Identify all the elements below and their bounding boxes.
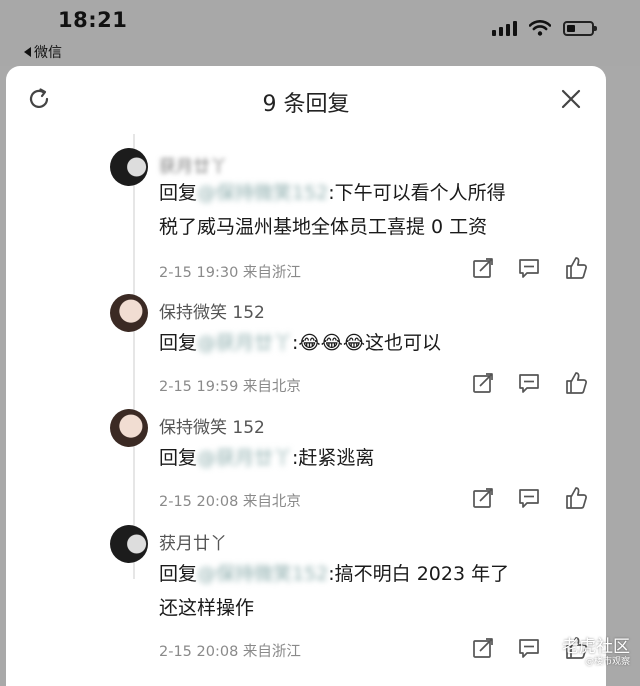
reply-text-line2: 还这样操作 — [159, 597, 255, 619]
comment-icon[interactable] — [518, 487, 540, 509]
comment-icon[interactable] — [518, 257, 540, 279]
comment-icon[interactable] — [518, 637, 540, 659]
reply-text-line1: :下午可以看个人所得 — [328, 182, 506, 204]
reply-meta: 2-15 20:08 来自浙江 — [159, 644, 301, 660]
avatar[interactable] — [110, 294, 148, 332]
back-arrow-icon — [24, 47, 31, 57]
reply-meta: 2-15 19:59 来自北京 — [159, 379, 301, 395]
reply-prefix: 回复 — [159, 182, 198, 204]
reply-prefix: 回复 — [159, 447, 198, 469]
status-icons — [492, 20, 597, 36]
reply-mention[interactable]: @保持微笑152 — [197, 176, 328, 210]
like-icon[interactable] — [564, 256, 588, 280]
status-time: 18:21 — [58, 8, 128, 32]
reply-prefix: 回复 — [159, 563, 198, 585]
back-to-app-button[interactable]: 微信 — [24, 42, 62, 62]
reply-author[interactable]: 获月廿丫 — [159, 152, 227, 177]
reply-actions — [472, 371, 588, 395]
reply-text-line2: 税了威马温州基地全体员工喜提 0 工资 — [159, 216, 488, 238]
share-icon[interactable] — [472, 257, 494, 279]
reply-content: 回复@获月廿丫:赶紧逃离 — [159, 441, 589, 475]
wifi-icon — [529, 20, 551, 36]
avatar[interactable] — [110, 409, 148, 447]
reply-author[interactable]: 保持微笑 152 — [159, 413, 265, 438]
page-title: 9 条回复 — [262, 92, 350, 117]
status-bar: 18:21 微信 — [0, 0, 640, 66]
reply-prefix: 回复 — [159, 332, 198, 354]
reply-meta: 2-15 20:08 来自北京 — [159, 494, 301, 510]
reply-content: 回复@保持微笑152:下午可以看个人所得 税了威马温州基地全体员工喜提 0 工资 — [159, 176, 589, 244]
reply-actions — [472, 256, 588, 280]
replies-sheet: 9 条回复 获月廿丫 回复@保持微笑152:下午可以看个人所得 税了威马温州基地… — [6, 66, 606, 686]
thread-line — [133, 134, 135, 579]
reply-author[interactable]: 保持微笑 152 — [159, 298, 265, 323]
share-icon[interactable] — [472, 637, 494, 659]
reply-actions — [472, 486, 588, 510]
reply-content: 回复@获月廿丫:😂😂😂这也可以 — [159, 326, 589, 360]
battery-icon — [563, 20, 597, 36]
reply-mention[interactable]: @获月廿丫 — [197, 441, 292, 475]
like-icon[interactable] — [564, 486, 588, 510]
share-icon[interactable] — [472, 487, 494, 509]
tiger-logo-icon — [540, 636, 558, 653]
watermark: 老虎社区 @楼市观察 — [540, 632, 630, 667]
reply-text-line1: :😂😂😂这也可以 — [292, 332, 442, 354]
back-app-label: 微信 — [34, 45, 62, 61]
reply-mention[interactable]: @保持微笑152 — [197, 557, 328, 591]
avatar[interactable] — [110, 525, 148, 563]
cellular-signal-icon — [492, 20, 517, 36]
reply-meta: 2-15 19:30 来自浙江 — [159, 265, 301, 281]
reply-content: 回复@保持微笑152:搞不明白 2023 年了 还这样操作 — [159, 557, 589, 625]
reply-author[interactable]: 获月廿丫 — [159, 529, 227, 554]
reply-mention[interactable]: @获月廿丫 — [197, 326, 292, 360]
close-icon[interactable] — [560, 88, 582, 110]
like-icon[interactable] — [564, 371, 588, 395]
reply-text-line1: :搞不明白 2023 年了 — [328, 563, 510, 585]
share-icon[interactable] — [472, 372, 494, 394]
comment-icon[interactable] — [518, 372, 540, 394]
avatar[interactable] — [110, 148, 148, 186]
reply-text-line1: :赶紧逃离 — [292, 447, 375, 469]
watermark-subtext: @楼市观察 — [584, 657, 630, 667]
sheet-header: 9 条回复 — [6, 66, 606, 136]
